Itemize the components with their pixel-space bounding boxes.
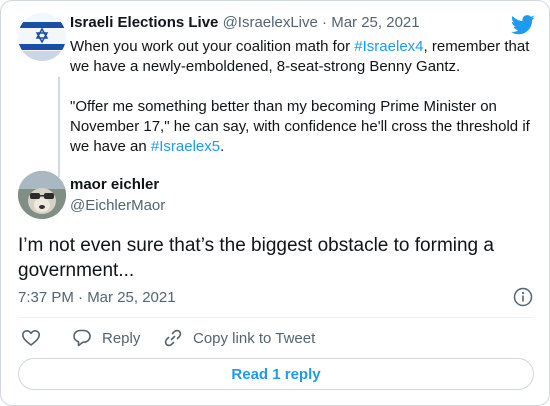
copy-link-label: Copy link to Tweet (193, 329, 316, 347)
reply-label: Reply (102, 329, 141, 347)
parent-tweet-header: Israeli Elections Live @IsraelexLive · M… (70, 13, 548, 33)
parent-tweet-text: When you work out your coalition math fo… (70, 37, 548, 157)
reply-author: maor eichler @EichlerMaor (18, 171, 418, 219)
reply-handle[interactable]: @EichlerMaor (70, 197, 165, 214)
hashtag-israelex5-link[interactable]: #Israelex5 (151, 138, 220, 155)
reply-button[interactable]: Reply (72, 327, 140, 349)
like-button[interactable] (21, 327, 41, 349)
read-replies-button[interactable]: Read 1 reply (18, 358, 534, 390)
parent-date[interactable]: Mar 25, 2021 (331, 14, 419, 31)
reply-avatar[interactable] (18, 171, 66, 219)
parent-text-segment: When you work out your coalition math fo… (70, 38, 355, 55)
reply-tweet-text: I’m not even sure that’s the biggest obs… (18, 235, 494, 281)
copy-link-button[interactable]: Copy link to Tweet (163, 327, 315, 349)
info-icon[interactable] (513, 287, 533, 307)
reply-display-name[interactable]: maor eichler (70, 176, 159, 193)
hashtag-israelex4-link[interactable]: #Israelex4 (354, 38, 423, 55)
thread-connector-line (58, 77, 60, 177)
tweet-embed-card: Israeli Elections Live @IsraelexLive · M… (0, 0, 550, 406)
parent-text-segment: "Offer me something better than my becom… (70, 98, 530, 155)
parent-text-segment: . (220, 138, 225, 155)
parent-display-name[interactable]: Israeli Elections Live (70, 14, 218, 31)
action-bar: Reply Copy link to Tweet (18, 327, 518, 349)
heart-icon (22, 330, 40, 346)
link-icon (164, 329, 182, 347)
israel-flag-avatar[interactable] (18, 13, 66, 61)
parent-handle[interactable]: @IsraelexLive (223, 14, 318, 31)
separator-dot: · (322, 14, 328, 31)
reply-timestamp[interactable]: 7:37 PM · Mar 25, 2021 (18, 289, 176, 306)
reply-bubble-icon (73, 329, 91, 347)
divider (18, 317, 534, 318)
